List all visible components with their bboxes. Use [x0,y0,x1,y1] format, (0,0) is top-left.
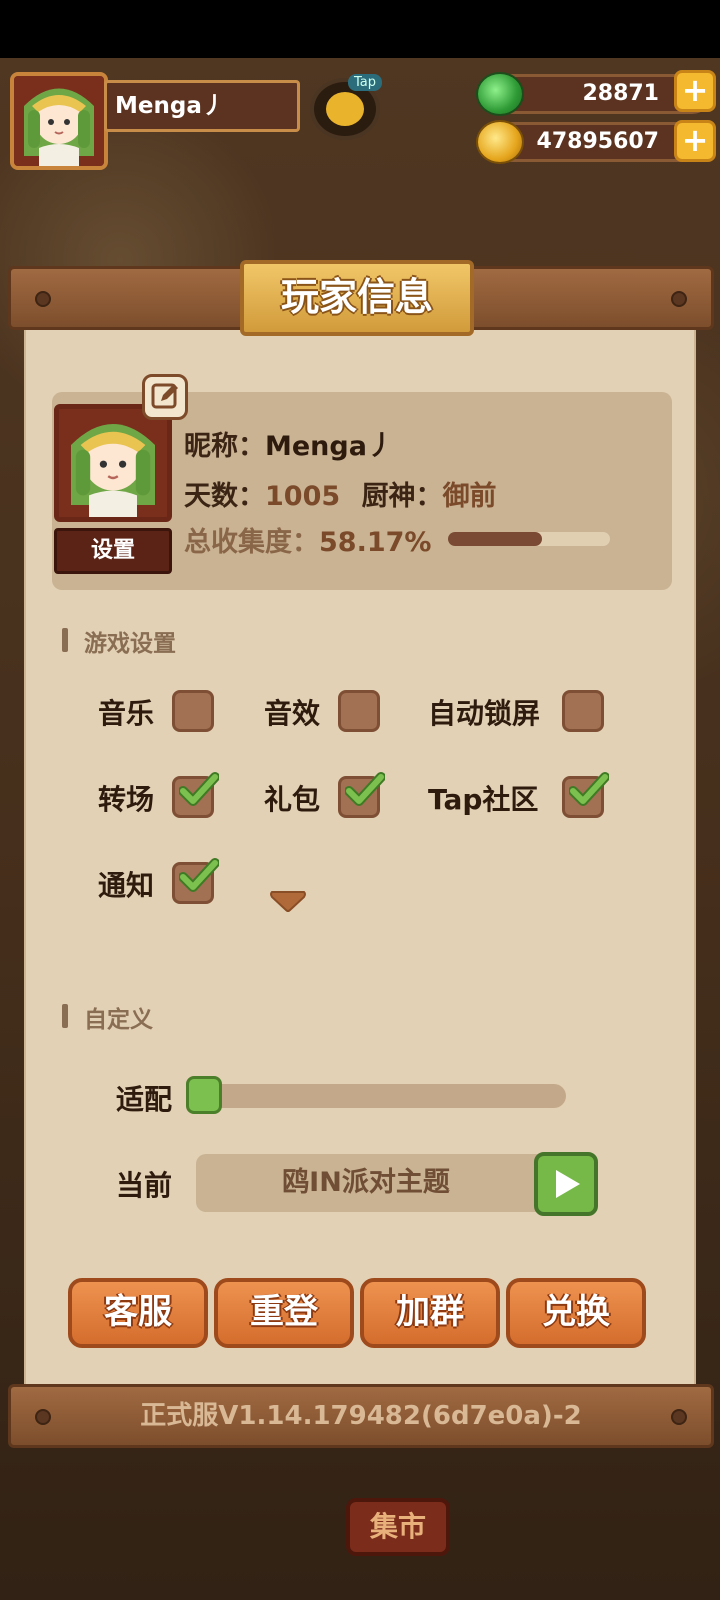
checkmark-icon [569,772,609,806]
play-icon [556,1170,580,1198]
jade-icon [476,72,524,116]
profile-avatar[interactable] [54,404,172,522]
pencil-icon [151,383,178,409]
checkmark-icon [179,772,219,806]
days-value: 1005 [265,481,341,512]
adapt-slider-handle[interactable] [186,1076,222,1114]
auto-lock-checkbox[interactable] [562,690,604,732]
relogin-button[interactable]: 重登 [214,1278,354,1348]
jade-amount: 28871 [582,81,659,106]
music-checkbox[interactable] [172,690,214,732]
tap-tag: Tap [348,74,383,91]
days-row: 天数：1005 厨神：御前 [184,474,497,513]
tap-smile-icon [326,92,364,126]
bolt-icon [35,1409,51,1425]
days-label: 天数： [184,481,265,512]
collection-progress-fill [448,532,543,546]
coin-amount: 47895607 [536,129,659,154]
edit-nickname-icon[interactable] [142,374,188,420]
collection-progress-bar [448,532,610,546]
notification-checkbox[interactable] [172,858,219,904]
checkmark-icon [345,772,385,806]
transition-checkbox[interactable] [172,772,219,818]
collection-label: 总收集度： [184,527,319,558]
chef-girl-avatar-icon [14,76,104,166]
coin-icon [476,120,524,164]
chef-label: 厨神： [361,481,443,512]
customer-service-button[interactable]: 客服 [68,1278,208,1348]
version-bar: 正式服V1.14.179482(6d7e0a)-2 [8,1384,714,1448]
music-label: 音乐 [98,697,155,730]
add-jade-button[interactable]: + [674,70,716,112]
game-settings-title: 游戏设置 [62,624,176,658]
nickname-row: 昵称：Menga丿 [184,424,394,463]
expand-arrow-icon[interactable] [268,888,308,914]
notification-label: 通知 [98,869,155,902]
player-name: Menga丿 [115,93,225,119]
tap-community-checkbox[interactable] [562,772,609,818]
chef-value: 御前 [442,481,497,512]
set-avatar-button[interactable]: 设置 [54,528,172,574]
current-theme-label: 当前 [116,1169,173,1202]
status-bar [0,0,720,58]
nickname-value: Menga丿 [265,431,394,462]
panel-title: 玩家信息 [240,260,474,336]
checkmark-icon [179,858,219,892]
current-theme-value: 鸥IN派对主题 [196,1154,576,1212]
version-text: 正式服V1.14.179482(6d7e0a)-2 [140,1401,582,1431]
theme-next-button[interactable] [534,1152,598,1216]
auto-lock-label: 自动锁屏 [428,697,541,730]
gift-pack-checkbox[interactable] [338,772,385,818]
adapt-slider-track[interactable] [190,1084,566,1108]
bolt-icon [35,291,51,307]
adapt-label: 适配 [116,1083,173,1116]
add-coins-button[interactable]: + [674,120,716,162]
sfx-label: 音效 [264,697,321,730]
nickname-label: 昵称： [184,431,265,462]
redeem-button[interactable]: 兑换 [506,1278,646,1348]
join-group-button[interactable]: 加群 [360,1278,500,1348]
tap-community-button[interactable]: Tap [310,74,383,140]
player-name-plate: Menga丿 [104,80,300,132]
tap-community-label: Tap社区 [428,783,539,816]
custom-section-title: 自定义 [62,1000,153,1034]
sfx-checkbox[interactable] [338,690,380,732]
transition-label: 转场 [98,783,155,816]
gift-pack-label: 礼包 [264,783,321,816]
bolt-icon [671,291,687,307]
player-avatar[interactable] [10,72,108,170]
bolt-icon [671,1409,687,1425]
market-sign[interactable]: 集市 [346,1498,450,1556]
collection-value: 58.17% [319,527,432,558]
collection-row: 总收集度：58.17% [184,520,431,559]
chef-girl-avatar-icon [59,409,167,517]
